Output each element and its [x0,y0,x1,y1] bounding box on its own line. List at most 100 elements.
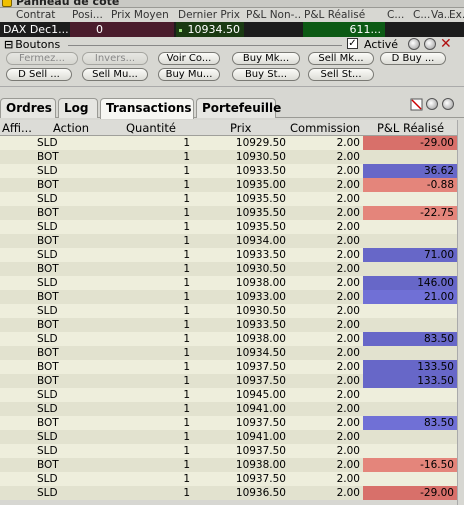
cell-realized-pnl [363,430,457,444]
table-row[interactable]: SLD 1 10935.50 2.00 [0,192,464,206]
tab-refresh-icon[interactable] [426,98,438,110]
cell-price: 10937.50 [235,445,286,457]
th-commission[interactable]: Commission [290,121,360,135]
buttons-panel-toggle[interactable]: ⊟ Boutons [4,38,60,51]
table-row[interactable]: SLD 1 10935.50 2.00 [0,220,464,234]
th-realized-pnl[interactable]: P&L Réalisé [377,121,444,135]
active-label: Activé [364,38,399,51]
table-row[interactable]: BOT 1 10934.50 2.00 [0,346,464,360]
cell-action: BOT [37,417,59,429]
reverse-position-button[interactable]: Invers... [82,52,148,65]
col-header-last-price[interactable]: Dernier Prix [178,9,242,21]
col-header-unrealized-pnl[interactable]: P&L Non-... [246,9,302,21]
settings-icon[interactable] [424,38,436,50]
d-sell-button[interactable]: D Sell ... [6,68,72,81]
cell-price: 10937.50 [235,417,286,429]
cell-price: 10934.00 [235,235,286,247]
col-header-c1[interactable]: C... [387,9,411,21]
cell-action: SLD [37,403,58,415]
table-row[interactable]: BOT 1 10937.50 2.00 133.50 [0,374,464,388]
window-title-bar: Panneau de cote [0,0,464,8]
clear-icon[interactable] [410,98,423,111]
cell-realized-pnl [363,402,457,416]
cell-realized-pnl [363,444,457,458]
tab-settings-icon[interactable] [442,98,454,110]
table-row[interactable]: BOT 1 10938.00 2.00 -16.50 [0,458,464,472]
table-row[interactable]: SLD 1 10938.00 2.00 83.50 [0,332,464,346]
table-row[interactable]: BOT 1 10937.50 2.00 83.50 [0,416,464,430]
cell-realized-pnl: 71.00 [363,248,457,262]
view-contract-button[interactable]: Voir Co... [158,52,220,65]
cell-action: SLD [37,431,58,443]
close-icon[interactable]: ✕ [440,36,452,52]
cell-quantity: 1 [183,305,190,317]
cell-commission: 2.00 [336,445,360,457]
table-row[interactable]: BOT 1 10937.50 2.00 133.50 [0,360,464,374]
cell-action: BOT [37,235,59,247]
quote-unrealized-pnl [246,22,301,37]
cell-realized-pnl [363,150,457,164]
tab-transactions[interactable]: Transactions [100,98,194,119]
vertical-scrollbar[interactable] [457,120,464,505]
cell-realized-pnl [363,192,457,206]
cell-quantity: 1 [183,179,190,191]
col-header-ex[interactable]: Ex... [449,9,464,21]
cell-quantity: 1 [183,137,190,149]
table-row[interactable]: SLD 1 10933.50 2.00 71.00 [0,248,464,262]
sell-multiple-button[interactable]: Sell Mu... [82,68,148,81]
table-row[interactable]: SLD 1 10941.00 2.00 [0,402,464,416]
quote-contract[interactable]: DAX Dec1... [0,22,68,37]
quote-last-price-value: 10934.50 [187,23,241,36]
cell-price: 10929.50 [235,137,286,149]
table-row[interactable]: BOT 1 10933.00 2.00 21.00 [0,290,464,304]
table-row[interactable]: BOT 1 10933.50 2.00 [0,318,464,332]
d-buy-button[interactable]: D Buy ... [380,52,446,65]
th-display[interactable]: Affi... [2,121,32,135]
table-row[interactable]: SLD 1 10938.00 2.00 146.00 [0,276,464,290]
tab-portfolio[interactable]: Portefeuille [196,98,281,118]
transactions-table-body: SLD 1 10929.50 2.00 -29.00 BOT 1 10930.50 2.00 SL… [0,136,464,505]
col-header-va[interactable]: Va... [431,9,449,21]
cell-action: BOT [37,375,59,387]
table-row[interactable]: BOT 1 10930.50 2.00 [0,262,464,276]
col-header-contract[interactable]: Contrat [16,9,70,21]
cell-price: 10933.50 [235,249,286,261]
sell-stop-button[interactable]: Sell St... [308,68,374,81]
table-row[interactable]: SLD 1 10937.50 2.00 [0,472,464,486]
buy-multiple-button[interactable]: Buy Mu... [158,68,220,81]
buy-market-button[interactable]: Buy Mk... [232,52,300,65]
cell-realized-pnl [363,346,457,360]
th-quantity[interactable]: Quantité [126,121,176,135]
table-row[interactable]: BOT 1 10930.50 2.00 [0,150,464,164]
table-row[interactable]: SLD 1 10929.50 2.00 -29.00 [0,136,464,150]
quote-realized-pnl: 611... [303,22,385,37]
panel-separator[interactable] [0,86,464,94]
cell-action: SLD [37,487,58,499]
th-price[interactable]: Prix [230,121,251,135]
col-header-realized-pnl[interactable]: P&L Réalisé [304,9,384,21]
cell-quantity: 1 [183,277,190,289]
table-row[interactable]: BOT 1 10934.00 2.00 [0,234,464,248]
table-row[interactable]: SLD 1 10930.50 2.00 [0,304,464,318]
cell-action: SLD [37,193,58,205]
table-row[interactable]: BOT 1 10935.00 2.00 -0.88 [0,178,464,192]
table-row[interactable]: SLD 1 10936.50 2.00 -29.00 [0,486,464,500]
table-row[interactable]: SLD 1 10933.50 2.00 36.62 [0,164,464,178]
buy-stop-button[interactable]: Buy St... [232,68,300,81]
tab-orders[interactable]: Ordres [0,98,56,118]
refresh-icon[interactable] [408,38,420,50]
table-row[interactable]: SLD 1 10937.50 2.00 [0,444,464,458]
cell-commission: 2.00 [336,389,360,401]
table-row[interactable]: SLD 1 10941.00 2.00 [0,430,464,444]
tab-log[interactable]: Log [58,98,98,118]
table-row[interactable]: BOT 1 10935.50 2.00 -22.75 [0,206,464,220]
quote-row[interactable]: DAX Dec1... 0 10934.50 611... [0,22,464,37]
sell-market-button[interactable]: Sell Mk... [308,52,374,65]
col-header-avg-price[interactable]: Prix Moyen [111,9,173,21]
table-row[interactable]: SLD 1 10945.00 2.00 [0,388,464,402]
close-position-button[interactable]: Fermez... [6,52,78,65]
cell-realized-pnl: 83.50 [363,332,457,346]
active-checkbox[interactable]: ✓ [347,38,358,49]
th-action[interactable]: Action [53,121,89,135]
col-header-position[interactable]: Posi... [72,9,108,21]
